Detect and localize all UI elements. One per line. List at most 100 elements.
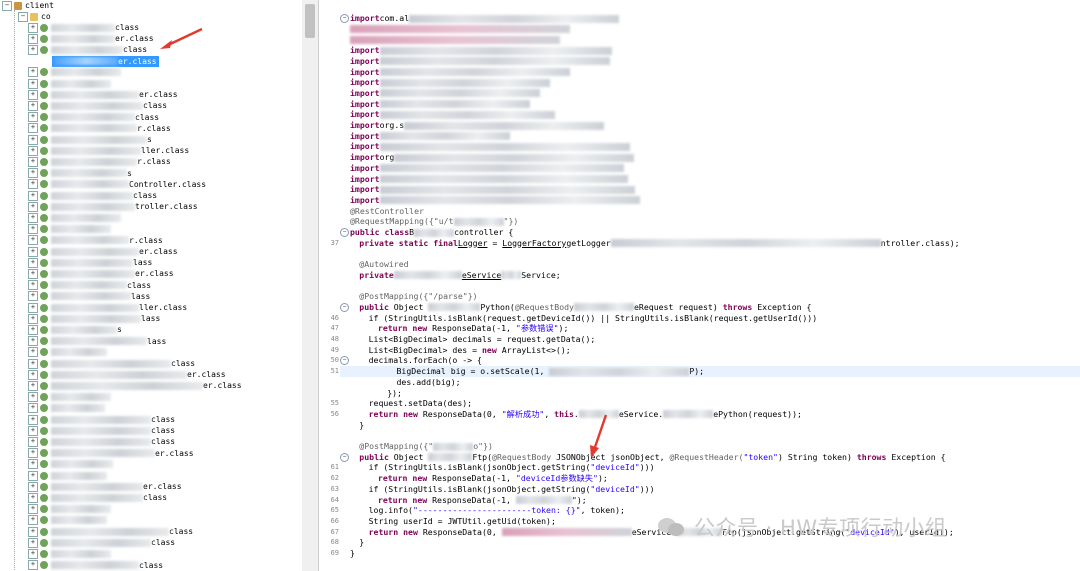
tree-item[interactable]: + class xyxy=(28,414,175,425)
tree-item[interactable]: + xyxy=(28,224,111,235)
fold-toggle-icon[interactable]: − xyxy=(340,302,349,312)
expand-icon[interactable]: + xyxy=(28,436,38,447)
collapse-icon[interactable]: − xyxy=(18,11,28,22)
expand-icon[interactable]: + xyxy=(28,492,38,503)
tree-item[interactable]: + class xyxy=(28,526,193,537)
expand-icon[interactable]: + xyxy=(28,168,38,179)
expand-icon[interactable]: + xyxy=(28,548,38,559)
tree-item[interactable]: + xyxy=(28,470,107,481)
expand-icon[interactable]: + xyxy=(28,324,38,335)
scrollbar-thumb[interactable] xyxy=(305,4,315,38)
expand-icon[interactable]: + xyxy=(28,526,38,537)
fold-toggle-icon[interactable]: − xyxy=(340,14,349,23)
tree-item[interactable]: + xyxy=(28,347,107,358)
expand-icon[interactable]: + xyxy=(28,347,38,358)
tree-package-co[interactable]: − co xyxy=(18,11,51,22)
expand-icon[interactable]: + xyxy=(28,78,38,89)
expand-icon[interactable]: + xyxy=(28,268,38,279)
code-editor[interactable]: − importcom.al import import import import imp… xyxy=(320,0,1080,571)
expand-icon[interactable]: + xyxy=(28,560,38,571)
tree-item[interactable]: + class xyxy=(28,22,139,33)
tree-item[interactable]: + class xyxy=(28,100,167,111)
expand-icon[interactable]: + xyxy=(28,67,38,78)
tree-item[interactable]: + er.class xyxy=(28,369,226,380)
tree-item[interactable]: + lass xyxy=(28,257,152,268)
tree-item[interactable]: + er.class xyxy=(28,448,194,459)
tree-item[interactable]: + xyxy=(28,403,105,414)
expand-icon[interactable]: + xyxy=(28,515,38,526)
tree-item[interactable]: + s xyxy=(28,324,122,335)
tree-item[interactable]: + lass xyxy=(28,313,160,324)
expand-icon[interactable]: + xyxy=(28,392,38,403)
expand-icon[interactable]: + xyxy=(28,112,38,123)
tree-item[interactable]: + xyxy=(28,548,111,559)
expand-icon[interactable]: + xyxy=(28,313,38,324)
tree-item[interactable]: + xyxy=(28,67,121,78)
tree-item[interactable]: + xyxy=(28,78,111,89)
collapse-icon[interactable]: − xyxy=(2,0,12,11)
expand-icon[interactable]: + xyxy=(28,22,38,33)
tree-item[interactable]: + class xyxy=(28,112,159,123)
tree-item[interactable]: + er.class xyxy=(28,33,154,44)
tree-item[interactable]: + class xyxy=(28,280,151,291)
tree-item[interactable]: + xyxy=(28,459,113,470)
tree-item[interactable]: + ller.class xyxy=(28,145,189,156)
tree-item[interactable]: + xyxy=(28,504,111,515)
tree-item-selected[interactable]: er.class xyxy=(52,55,159,67)
expand-icon[interactable]: + xyxy=(28,246,38,257)
tree-item[interactable]: + xyxy=(28,392,111,403)
tree-item[interactable]: + class xyxy=(28,358,195,369)
expand-icon[interactable]: + xyxy=(28,369,38,380)
expand-icon[interactable]: + xyxy=(28,537,38,548)
expand-icon[interactable]: + xyxy=(28,257,38,268)
tree-root-client[interactable]: − client xyxy=(2,0,54,11)
expand-icon[interactable]: + xyxy=(28,291,38,302)
expand-icon[interactable]: + xyxy=(28,448,38,459)
tree-item[interactable]: + class xyxy=(28,436,175,447)
expand-icon[interactable]: + xyxy=(28,414,38,425)
expand-icon[interactable]: + xyxy=(28,145,38,156)
expand-icon[interactable]: + xyxy=(28,134,38,145)
tree-item[interactable]: + class xyxy=(28,190,157,201)
tree-item[interactable]: + class xyxy=(28,492,167,503)
expand-icon[interactable]: + xyxy=(28,235,38,246)
expand-icon[interactable]: + xyxy=(28,201,38,212)
tree-item[interactable]: + Controller.class xyxy=(28,179,206,190)
expand-icon[interactable]: + xyxy=(28,302,38,313)
expand-icon[interactable]: + xyxy=(28,156,38,167)
tree-item[interactable]: + er.class xyxy=(28,380,242,391)
tree-item[interactable]: + s xyxy=(28,134,152,145)
tree-item[interactable]: + ller.class xyxy=(28,302,187,313)
tree-item[interactable]: + er.class xyxy=(28,268,174,279)
tree-item[interactable]: + r.class xyxy=(28,156,171,167)
fold-toggle-icon[interactable]: − xyxy=(340,452,349,462)
expand-icon[interactable]: + xyxy=(28,179,38,190)
expand-icon[interactable]: + xyxy=(28,280,38,291)
fold-toggle-icon[interactable]: − xyxy=(340,228,349,237)
tree-item[interactable]: + er.class xyxy=(28,89,178,100)
tree-item[interactable]: + er.class xyxy=(28,481,182,492)
expand-icon[interactable]: + xyxy=(28,33,38,44)
expand-icon[interactable]: + xyxy=(28,100,38,111)
expand-icon[interactable]: + xyxy=(28,123,38,134)
expand-icon[interactable]: + xyxy=(28,403,38,414)
expand-icon[interactable]: + xyxy=(28,425,38,436)
tree-item[interactable]: + er.class xyxy=(28,246,178,257)
expand-icon[interactable]: + xyxy=(28,212,38,223)
expand-icon[interactable]: + xyxy=(28,358,38,369)
tree-item[interactable]: + r.class xyxy=(28,235,163,246)
expand-icon[interactable]: + xyxy=(28,504,38,515)
tree-item[interactable]: + s xyxy=(28,168,132,179)
expand-icon[interactable]: + xyxy=(28,190,38,201)
tree-item[interactable]: + class xyxy=(28,560,163,571)
tree-item[interactable]: + troller.class xyxy=(28,201,198,212)
fold-toggle-icon[interactable]: − xyxy=(340,356,349,366)
tree-item[interactable]: + lass xyxy=(28,336,166,347)
tree-item[interactable]: + class xyxy=(28,537,175,548)
tree-item[interactable]: + lass xyxy=(28,291,150,302)
tree-scrollbar[interactable] xyxy=(302,0,319,571)
tree-item[interactable]: + xyxy=(28,515,107,526)
expand-icon[interactable]: + xyxy=(28,336,38,347)
expand-icon[interactable]: + xyxy=(28,44,38,55)
expand-icon[interactable]: + xyxy=(28,470,38,481)
